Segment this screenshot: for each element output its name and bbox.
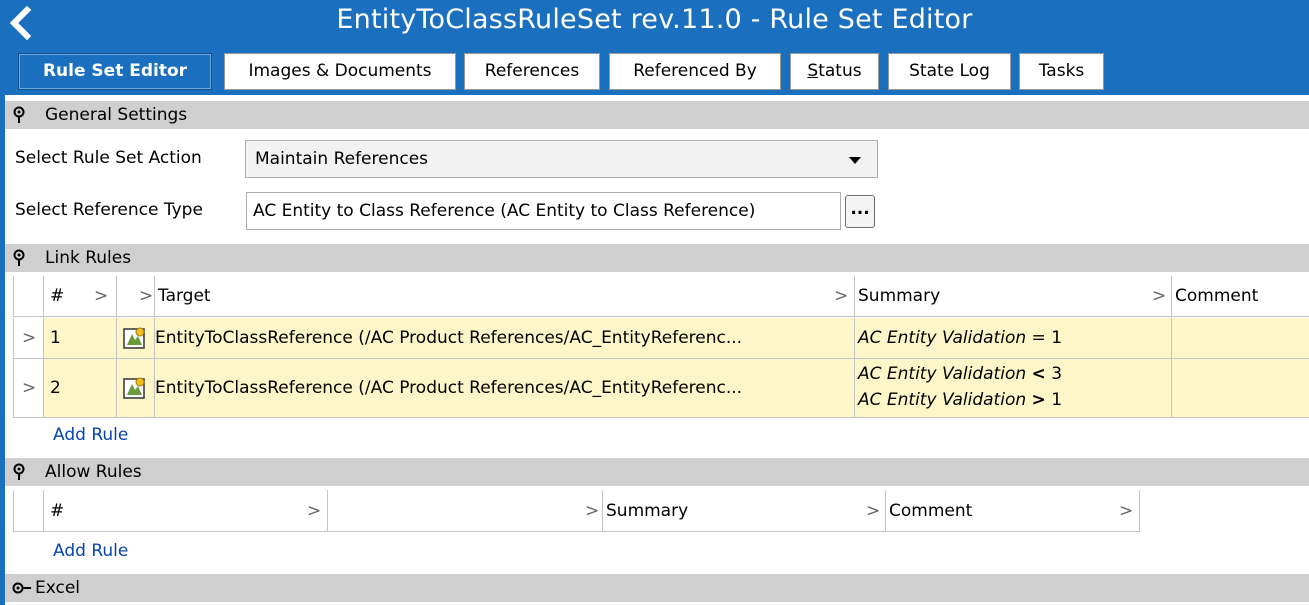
cell-summary[interactable]: AC Entity Validation < 3 AC Entity Valid… bbox=[855, 359, 1172, 418]
column-header-label: Comment bbox=[1175, 286, 1259, 306]
cell-summary[interactable]: AC Entity Validation = 1 bbox=[855, 318, 1172, 359]
row-selector[interactable]: > bbox=[13, 318, 44, 359]
chevron-right-icon[interactable]: > bbox=[866, 501, 880, 521]
rule-set-action-label: Select Rule Set Action bbox=[15, 148, 202, 168]
column-header-icon[interactable]: > bbox=[328, 490, 603, 532]
section-title: Excel bbox=[35, 578, 81, 598]
cell-num[interactable]: 1 bbox=[44, 318, 117, 359]
target-value: EntityToClassReference (/AC Product Refe… bbox=[155, 378, 743, 398]
section-title: Allow Rules bbox=[45, 462, 142, 482]
column-header-label: Summary bbox=[606, 501, 689, 521]
window-title: EntityToClassRuleSet rev.11.0 - Rule Set… bbox=[336, 4, 973, 35]
chevron-right-icon[interactable]: > bbox=[585, 501, 599, 521]
cell-target[interactable]: EntityToClassReference (/AC Product Refe… bbox=[155, 318, 855, 359]
tab-references[interactable]: References bbox=[464, 53, 600, 90]
add-allow-rule-link[interactable]: Add Rule bbox=[53, 541, 128, 561]
pin-icon[interactable] bbox=[12, 249, 26, 267]
tab-rule-set-editor[interactable]: Rule Set Editor bbox=[18, 53, 212, 90]
cell-comment[interactable] bbox=[1172, 318, 1309, 359]
pin-collapsed-icon[interactable] bbox=[12, 581, 32, 595]
tab-label-accesskey: S bbox=[807, 61, 819, 81]
chevron-right-icon[interactable]: > bbox=[834, 286, 848, 306]
summary-condition: AC Entity Validation = 1 bbox=[858, 328, 1062, 348]
chevron-right-icon[interactable]: > bbox=[22, 378, 36, 398]
cell-num[interactable]: 2 bbox=[44, 359, 117, 418]
cell-comment[interactable] bbox=[1172, 359, 1309, 418]
column-header-target[interactable]: Target > bbox=[155, 276, 855, 317]
column-header-label: # bbox=[50, 286, 65, 306]
column-header-num[interactable]: # > bbox=[44, 490, 328, 532]
column-header-summary[interactable]: Summary > bbox=[855, 276, 1172, 317]
tab-label: Referenced By bbox=[633, 61, 757, 81]
rule-set-action-value: Maintain References bbox=[255, 149, 429, 169]
chevron-right-icon[interactable]: > bbox=[94, 286, 108, 306]
column-header-num[interactable]: # > bbox=[44, 276, 117, 317]
target-value: EntityToClassReference (/AC Product Refe… bbox=[155, 328, 743, 348]
tab-label: tatus bbox=[818, 61, 862, 81]
tab-label: Rule Set Editor bbox=[42, 61, 188, 81]
left-border bbox=[0, 95, 5, 605]
tab-state-log[interactable]: State Log bbox=[888, 53, 1011, 90]
chevron-right-icon[interactable]: > bbox=[139, 286, 153, 306]
section-general-settings[interactable]: General Settings bbox=[5, 101, 1309, 129]
column-header-label: Summary bbox=[858, 286, 941, 306]
column-header-comment[interactable]: Comment > bbox=[886, 490, 1140, 532]
column-header-icon[interactable]: > bbox=[117, 276, 155, 317]
summary-condition: AC Entity Validation < 3 bbox=[858, 364, 1062, 384]
tab-label: State Log bbox=[909, 61, 990, 81]
summary-condition: AC Entity Validation > 1 bbox=[858, 390, 1062, 410]
row-selector-header bbox=[13, 276, 44, 317]
rule-set-action-select[interactable]: Maintain References bbox=[245, 140, 878, 178]
chevron-right-icon[interactable]: > bbox=[1119, 501, 1133, 521]
reference-type-value: AC Entity to Class Reference (AC Entity … bbox=[253, 201, 756, 221]
cell-target[interactable]: EntityToClassReference (/AC Product Refe… bbox=[155, 359, 855, 418]
condition-value: 1 bbox=[1051, 328, 1063, 348]
column-header-summary[interactable]: Summary > bbox=[603, 490, 886, 532]
condition-attribute: AC Entity Validation bbox=[858, 328, 1027, 348]
tab-label: Images & Documents bbox=[248, 61, 432, 81]
pin-icon[interactable] bbox=[12, 106, 26, 124]
condition-attribute: AC Entity Validation bbox=[858, 390, 1027, 410]
column-header-label: # bbox=[50, 501, 65, 521]
section-allow-rules[interactable]: Allow Rules bbox=[5, 458, 1309, 486]
condition-operator: = bbox=[1031, 328, 1046, 348]
column-header-label: Comment bbox=[889, 501, 973, 521]
tab-tasks[interactable]: Tasks bbox=[1019, 53, 1104, 90]
reference-type-label: Select Reference Type bbox=[15, 200, 203, 220]
row-selector[interactable]: > bbox=[13, 359, 44, 418]
add-link-rule-link[interactable]: Add Rule bbox=[53, 425, 128, 445]
entity-reference-icon bbox=[123, 377, 145, 399]
cell-icon[interactable] bbox=[117, 359, 155, 418]
dropdown-caret-icon bbox=[849, 157, 861, 164]
entity-reference-icon bbox=[123, 327, 145, 349]
condition-operator: < bbox=[1031, 364, 1046, 384]
condition-attribute: AC Entity Validation bbox=[858, 364, 1027, 384]
condition-operator: > bbox=[1031, 390, 1046, 410]
tab-label: References bbox=[484, 61, 580, 81]
rule-number: 2 bbox=[50, 378, 61, 398]
section-link-rules[interactable]: Link Rules bbox=[5, 244, 1309, 272]
condition-value: 3 bbox=[1051, 364, 1063, 384]
tab-referenced-by[interactable]: Referenced By bbox=[609, 53, 781, 90]
section-excel[interactable]: Excel bbox=[5, 574, 1309, 602]
section-title: Link Rules bbox=[45, 248, 132, 268]
column-header-comment[interactable]: Comment bbox=[1172, 276, 1309, 317]
chevron-right-icon[interactable]: > bbox=[307, 501, 321, 521]
tab-label: Tasks bbox=[1038, 61, 1085, 81]
pin-icon[interactable] bbox=[12, 463, 26, 481]
condition-value: 1 bbox=[1051, 390, 1063, 410]
tab-status[interactable]: Status bbox=[790, 53, 879, 90]
rule-number: 1 bbox=[50, 328, 61, 348]
tab-images-documents[interactable]: Images & Documents bbox=[224, 53, 456, 90]
chevron-right-icon[interactable]: > bbox=[1152, 286, 1166, 306]
reference-type-field[interactable]: AC Entity to Class Reference (AC Entity … bbox=[246, 192, 841, 230]
title-bar: EntityToClassRuleSet rev.11.0 - Rule Set… bbox=[0, 0, 1309, 45]
section-title: General Settings bbox=[45, 105, 188, 125]
browse-reference-type-button[interactable]: ... bbox=[845, 195, 875, 228]
cell-icon[interactable] bbox=[117, 318, 155, 359]
row-selector-header bbox=[13, 490, 44, 532]
column-header-label: Target bbox=[158, 286, 211, 306]
chevron-right-icon[interactable]: > bbox=[22, 328, 36, 348]
